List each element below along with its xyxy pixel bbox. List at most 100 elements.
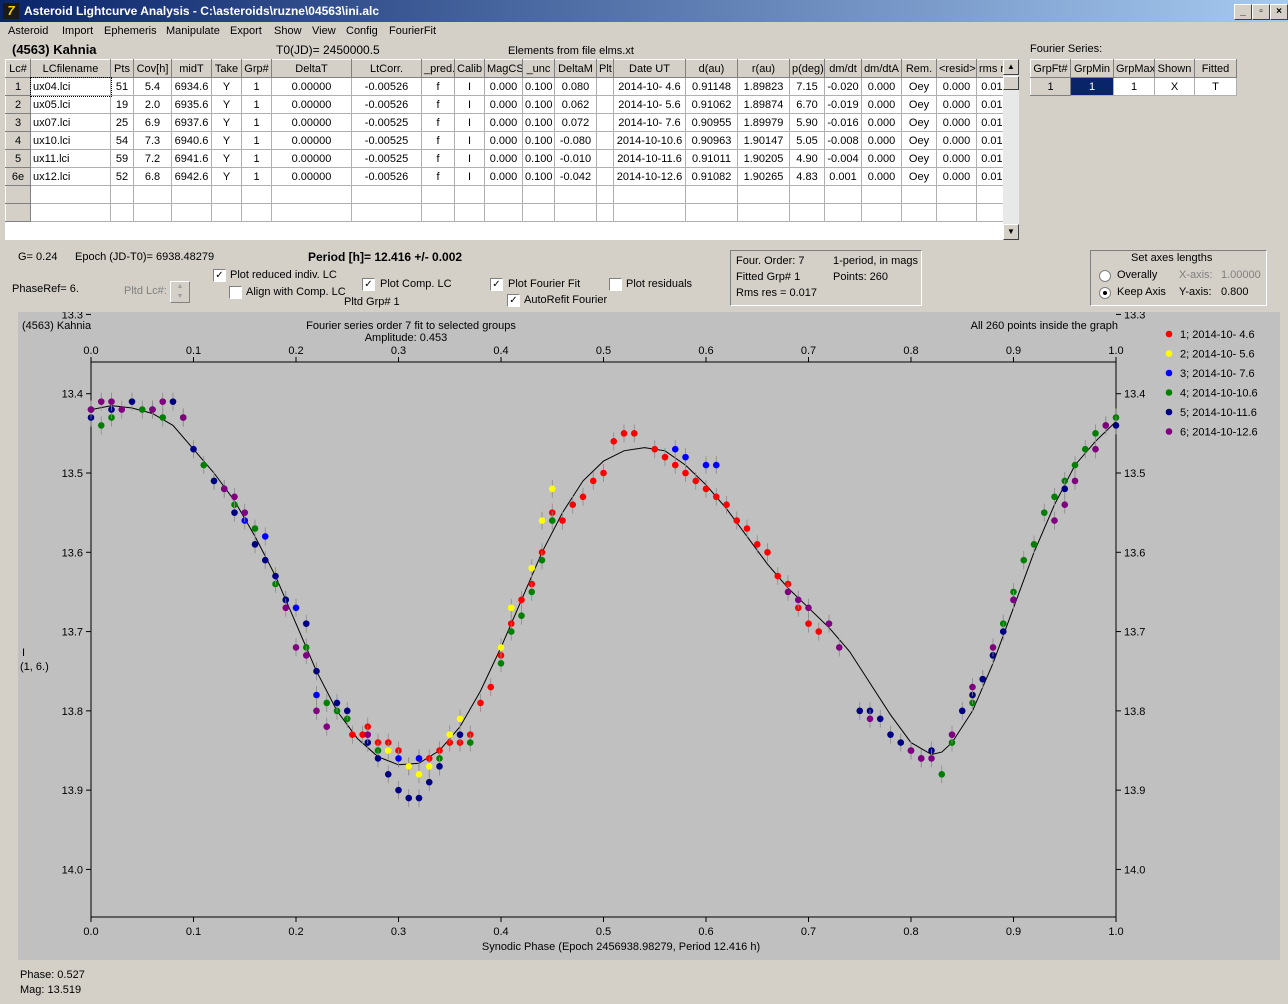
menu-asteroid[interactable]: Asteroid	[8, 25, 48, 37]
row-header-cell[interactable]: 1	[5, 77, 31, 96]
table-cell[interactable]: 0.100	[522, 167, 555, 186]
table-cell[interactable]	[596, 131, 614, 150]
row-header-cell[interactable]: 3	[5, 113, 31, 132]
fourier-column-header[interactable]: Shown	[1154, 59, 1195, 78]
table-cell[interactable]: Oey	[901, 113, 937, 132]
table-cell[interactable]: I	[454, 95, 485, 114]
fourier-cell[interactable]: 1	[1113, 77, 1155, 96]
table-cell[interactable]: I	[454, 167, 485, 186]
table-cell[interactable]: Y	[211, 149, 242, 168]
table-cell[interactable]: 1.89979	[737, 113, 790, 132]
row-header-cell[interactable]	[5, 203, 31, 222]
table-cell[interactable]	[824, 185, 862, 204]
table-cell[interactable]: 0.015	[976, 131, 1003, 150]
scroll-down-button[interactable]: ▼	[1003, 224, 1019, 240]
menu-export[interactable]: Export	[230, 25, 262, 37]
table-cell[interactable]: 7.2	[133, 149, 172, 168]
scroll-thumb[interactable]	[1003, 76, 1019, 90]
table-cell[interactable]: 2014-10- 5.6	[613, 95, 686, 114]
table-cell[interactable]: 0.000	[861, 167, 902, 186]
table-cell[interactable]: 0.015	[976, 95, 1003, 114]
fourier-column-header[interactable]: Fitted	[1194, 59, 1237, 78]
table-cell[interactable]: 0.000	[484, 95, 523, 114]
column-header-23[interactable]: rms res	[976, 59, 1003, 78]
column-header-4[interactable]: midT	[171, 59, 212, 78]
table-cell[interactable]: 0.91062	[685, 95, 738, 114]
table-cell[interactable]	[861, 185, 902, 204]
fourier-column-header[interactable]: GrpMax	[1113, 59, 1155, 78]
column-header-2[interactable]: Pts	[110, 59, 134, 78]
table-cell[interactable]	[421, 185, 455, 204]
menu-ephemeris[interactable]: Ephemeris	[104, 25, 157, 37]
table-cell[interactable]: 0.000	[936, 77, 977, 96]
table-cell[interactable]: I	[454, 77, 485, 96]
scroll-up-button[interactable]: ▲	[1003, 59, 1019, 75]
column-header-7[interactable]: DeltaT	[271, 59, 352, 78]
table-cell[interactable]: 1	[241, 149, 272, 168]
row-header-cell[interactable]: 2	[5, 95, 31, 114]
column-header-13[interactable]: DeltaM	[554, 59, 597, 78]
table-row[interactable]	[5, 185, 1003, 204]
table-cell[interactable]	[596, 113, 614, 132]
maximize-button[interactable]: ▫	[1252, 4, 1270, 20]
table-cell[interactable]	[596, 185, 614, 204]
table-cell[interactable]: 2014-10-11.6	[613, 149, 686, 168]
row-header-cell[interactable]: 6e	[5, 167, 31, 186]
menu-fourierfit[interactable]: FourierFit	[389, 25, 436, 37]
menu-show[interactable]: Show	[274, 25, 302, 37]
column-header-0[interactable]: Lc#	[5, 59, 31, 78]
table-cell[interactable]	[936, 185, 977, 204]
table-cell[interactable]: Y	[211, 77, 242, 96]
menu-config[interactable]: Config	[346, 25, 378, 37]
app-icon[interactable]: 7	[3, 3, 19, 19]
table-cell[interactable]: 1	[241, 167, 272, 186]
table-cell[interactable]: 0.000	[861, 131, 902, 150]
table-cell[interactable]	[454, 185, 485, 204]
table-cell[interactable]: 25	[110, 113, 134, 132]
table-cell[interactable]: 0.000	[936, 95, 977, 114]
table-cell[interactable]: 6934.6	[171, 77, 212, 96]
table-cell[interactable]: 0.000	[936, 167, 977, 186]
table-cell[interactable]	[685, 203, 738, 222]
column-header-10[interactable]: Calib	[454, 59, 485, 78]
table-cell[interactable]	[789, 203, 825, 222]
table-cell[interactable]: -0.016	[824, 113, 862, 132]
table-cell[interactable]	[522, 203, 555, 222]
table-cell[interactable]: 0.100	[522, 113, 555, 132]
table-cell[interactable]: 52	[110, 167, 134, 186]
table-cell[interactable]: 0.00000	[271, 131, 352, 150]
table-cell[interactable]: 0.014	[976, 77, 1003, 96]
table-cell[interactable]: 1.90147	[737, 131, 790, 150]
table-cell[interactable]	[133, 203, 172, 222]
table-cell[interactable]: 1	[241, 95, 272, 114]
y-axis-value[interactable]: 0.800	[1221, 286, 1249, 298]
table-cell[interactable]	[211, 203, 242, 222]
table-cell[interactable]: ux05.lci	[30, 95, 111, 114]
table-cell[interactable]	[596, 95, 614, 114]
table-cell[interactable]	[351, 185, 422, 204]
table-cell[interactable]	[936, 203, 977, 222]
table-cell[interactable]: 0.000	[936, 131, 977, 150]
table-cell[interactable]: -0.042	[554, 167, 597, 186]
table-row[interactable]: 2 ux05.lci 19 2.0 6935.6 Y 1 0.00000 -0.00526 f I 0…	[5, 95, 1003, 114]
fourier-cell[interactable]: 1	[1070, 77, 1114, 96]
column-header-8[interactable]: LtCorr.	[351, 59, 422, 78]
table-cell[interactable]: 7.3	[133, 131, 172, 150]
column-header-3[interactable]: Cov[h]	[133, 59, 172, 78]
table-cell[interactable]	[271, 185, 352, 204]
table-cell[interactable]: 1.89823	[737, 77, 790, 96]
plot-fourier-checkbox[interactable]: ✓	[490, 278, 503, 291]
table-cell[interactable]: 0.062	[554, 95, 597, 114]
table-cell[interactable]: 0.000	[936, 113, 977, 132]
column-header-12[interactable]: _unc	[522, 59, 555, 78]
table-cell[interactable]	[241, 185, 272, 204]
table-cell[interactable]: 0.000	[861, 77, 902, 96]
table-cell[interactable]: -0.019	[824, 95, 862, 114]
table-cell[interactable]: -0.010	[554, 149, 597, 168]
table-cell[interactable]: f	[421, 77, 455, 96]
table-cell[interactable]: Y	[211, 113, 242, 132]
column-header-11[interactable]: MagCS	[484, 59, 523, 78]
table-cell[interactable]	[30, 203, 111, 222]
table-cell[interactable]: f	[421, 95, 455, 114]
table-cell[interactable]: 5.05	[789, 131, 825, 150]
